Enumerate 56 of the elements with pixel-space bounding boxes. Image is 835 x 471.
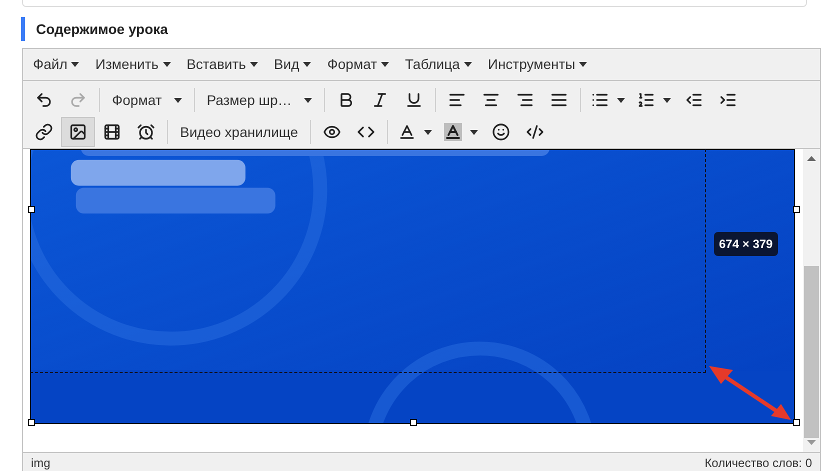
menu-item[interactable]: Вставить (180, 54, 265, 75)
word-count: Количество слов: 0 (704, 456, 812, 470)
film-icon (103, 123, 121, 141)
scroll-up-icon[interactable] (807, 155, 816, 161)
align-justify-icon (550, 91, 568, 109)
menu-item[interactable]: Инструменты (480, 54, 594, 75)
caret-icon (71, 62, 80, 67)
align-left-icon (448, 91, 466, 109)
resize-handle[interactable] (28, 419, 35, 426)
align-right-icon (516, 91, 534, 109)
resize-handle[interactable] (28, 206, 35, 213)
underline-icon (404, 91, 423, 109)
undo-icon (35, 91, 53, 109)
caret-icon (174, 98, 182, 102)
bullet-list-icon (590, 91, 609, 109)
section-title: Содержимое урока (36, 20, 168, 39)
menu-item[interactable]: Таблица (398, 54, 479, 75)
video-storage-button[interactable]: Видео хранилище (172, 117, 306, 147)
menu-item[interactable]: Вид (266, 54, 318, 75)
menu-item[interactable]: Формат (320, 54, 396, 75)
caret-icon (162, 62, 171, 67)
text-color-icon (398, 123, 416, 141)
menu-item[interactable]: Файл (26, 54, 86, 75)
redo-icon (69, 91, 87, 109)
toolbar-button[interactable] (61, 117, 95, 147)
caret-icon (662, 98, 671, 102)
element-path[interactable]: img (31, 456, 50, 470)
caret-icon (464, 62, 472, 67)
align-center-icon (482, 91, 500, 109)
caret-icon (579, 62, 588, 67)
alarm-clock-icon (137, 123, 155, 141)
smiley-icon (492, 123, 510, 141)
caret-icon (470, 130, 478, 134)
caret-icon (380, 62, 389, 67)
caret-icon (304, 98, 312, 102)
scrollbar[interactable] (803, 149, 820, 452)
image-icon (69, 123, 87, 141)
highlight-color-icon (444, 123, 462, 141)
dropdown-button[interactable]: Формат (104, 85, 190, 115)
resize-handle[interactable] (410, 419, 417, 426)
link-icon (35, 123, 53, 141)
caret-icon (616, 98, 625, 102)
numbered-list-icon (636, 91, 655, 109)
size-tooltip: 674 × 379 (714, 232, 778, 256)
dropdown-button[interactable]: Размер шр… (198, 85, 320, 115)
source-code-icon (526, 123, 544, 141)
outdent-icon (684, 91, 703, 109)
caret-icon (250, 62, 258, 67)
caret-icon (303, 62, 312, 67)
scroll-thumb[interactable] (804, 266, 819, 438)
menu-item[interactable]: Изменить (88, 54, 178, 75)
eye-icon (323, 123, 342, 141)
resize-handle[interactable] (793, 206, 800, 213)
indent-icon (718, 91, 737, 109)
caret-icon (424, 130, 432, 134)
resize-handle[interactable] (793, 419, 800, 426)
